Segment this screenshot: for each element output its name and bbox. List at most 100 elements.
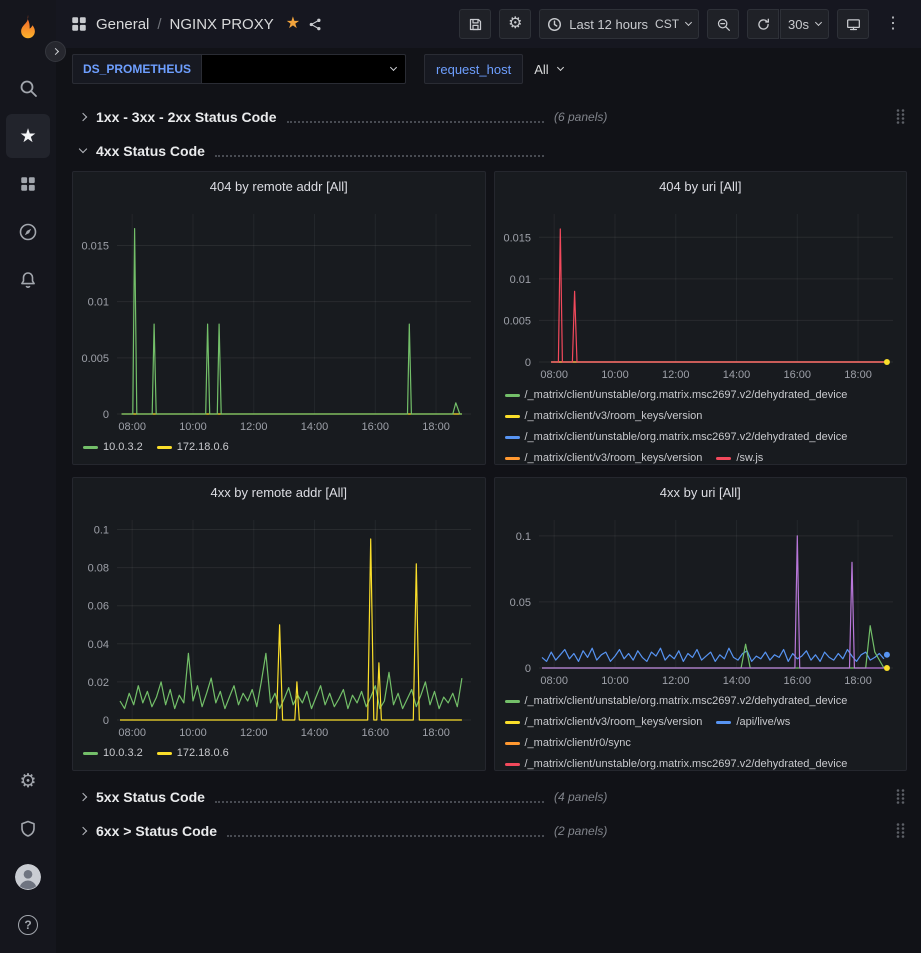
legend-item[interactable]: /_matrix/client/v3/room_keys/version bbox=[505, 450, 703, 464]
time-range-picker[interactable]: Last 12 hours CST bbox=[539, 9, 699, 39]
variable-ds-prometheus-label[interactable]: DS_PROMETHEUS bbox=[72, 54, 201, 84]
row-panel-count: (2 panels) bbox=[554, 824, 607, 838]
row-panel-count: (6 panels) bbox=[554, 110, 607, 124]
svg-text:12:00: 12:00 bbox=[661, 369, 689, 381]
grafana-logo[interactable] bbox=[6, 8, 50, 48]
legend-series-swatch bbox=[157, 446, 172, 449]
cycle-view-mode-button[interactable] bbox=[837, 9, 869, 39]
monitor-icon bbox=[846, 17, 861, 32]
sidebar-dashboards-button[interactable] bbox=[6, 162, 50, 206]
legend-series-label: /_matrix/client/r0/sync bbox=[525, 735, 631, 751]
refresh-dashboard-button[interactable] bbox=[747, 9, 779, 39]
breadcrumb-dashboard-title[interactable]: NGINX PROXY bbox=[170, 16, 274, 33]
legend-item[interactable]: /_matrix/client/r0/sync bbox=[505, 735, 631, 751]
legend-item[interactable]: /_matrix/client/v3/room_keys/version bbox=[505, 714, 703, 730]
row-header-1xx-3xx-2xx[interactable]: 1xx - 3xx - 2xx Status Code (6 panels) bbox=[72, 103, 907, 130]
legend-series-swatch bbox=[505, 436, 520, 439]
sidebar-server-admin-button[interactable] bbox=[6, 807, 50, 851]
kebab-menu-button[interactable]: ⋮ bbox=[877, 9, 909, 39]
svg-text:0.1: 0.1 bbox=[94, 525, 109, 537]
variable-request-host-value-dropdown[interactable]: All bbox=[523, 54, 573, 84]
refresh-interval-dropdown[interactable]: 30s bbox=[780, 9, 829, 39]
sidebar-configuration-button[interactable]: ⚙ bbox=[6, 759, 50, 803]
svg-text:12:00: 12:00 bbox=[240, 421, 268, 433]
legend-series-swatch bbox=[505, 721, 520, 724]
dashboard-settings-button[interactable]: ⚙ bbox=[499, 9, 531, 39]
svg-text:14:00: 14:00 bbox=[722, 675, 750, 687]
bell-icon bbox=[18, 270, 38, 290]
svg-text:0.04: 0.04 bbox=[88, 639, 109, 651]
svg-text:0.005: 0.005 bbox=[81, 353, 109, 365]
user-avatar bbox=[15, 864, 41, 890]
timeseries-chart: 00.050.108:0010:0012:0014:0016:0018:00 bbox=[495, 506, 907, 690]
legend-item[interactable]: /sw.js bbox=[716, 450, 763, 464]
breadcrumb-separator: / bbox=[157, 16, 161, 33]
svg-text:18:00: 18:00 bbox=[844, 369, 872, 381]
sidebar-help-button[interactable]: ? bbox=[6, 903, 50, 947]
legend-item[interactable]: 10.0.3.2 bbox=[83, 745, 143, 761]
share-dashboard-button[interactable] bbox=[308, 17, 323, 32]
svg-text:0.1: 0.1 bbox=[515, 531, 530, 543]
svg-text:14:00: 14:00 bbox=[301, 421, 329, 433]
legend-item[interactable]: 10.0.3.2 bbox=[83, 439, 143, 455]
panel-404-by-remote-addr: 404 by remote addr [All] 00.0050.010.015… bbox=[72, 171, 486, 465]
search-icon bbox=[18, 78, 38, 98]
sidebar-alerting-button[interactable] bbox=[6, 258, 50, 302]
question-mark-icon: ? bbox=[18, 915, 38, 935]
svg-text:08:00: 08:00 bbox=[118, 421, 146, 433]
save-dashboard-button[interactable] bbox=[459, 9, 491, 39]
row-title: 6xx > Status Code bbox=[96, 823, 217, 839]
panel-grid: 404 by remote addr [All] 00.0050.010.015… bbox=[72, 171, 907, 771]
panel-title[interactable]: 4xx by remote addr [All] bbox=[73, 478, 485, 506]
grafana-flame-icon bbox=[13, 13, 43, 43]
svg-text:0.02: 0.02 bbox=[88, 677, 109, 689]
chart-plot-area: 00.020.040.060.080.108:0010:0012:0014:00… bbox=[73, 506, 485, 742]
row-title: 4xx Status Code bbox=[96, 143, 205, 159]
legend-series-swatch bbox=[157, 752, 172, 755]
legend-item[interactable]: /api/live/ws bbox=[716, 714, 790, 730]
legend-item[interactable]: /_matrix/client/unstable/org.matrix.msc2… bbox=[505, 756, 848, 770]
legend-item[interactable]: /_matrix/client/unstable/org.matrix.msc2… bbox=[505, 693, 848, 709]
svg-text:18:00: 18:00 bbox=[844, 675, 872, 687]
sidebar-starred-button[interactable]: ★ bbox=[6, 114, 50, 158]
svg-text:12:00: 12:00 bbox=[240, 727, 268, 739]
legend-item[interactable]: /_matrix/client/unstable/org.matrix.msc2… bbox=[505, 429, 848, 445]
svg-text:0: 0 bbox=[103, 715, 109, 727]
panel-title[interactable]: 4xx by uri [All] bbox=[495, 478, 907, 506]
variable-request-host-label[interactable]: request_host bbox=[424, 54, 523, 84]
sidebar-profile-button[interactable] bbox=[6, 855, 50, 899]
row-header-6xx[interactable]: 6xx > Status Code (2 panels) bbox=[72, 817, 907, 844]
drag-handle-icon[interactable] bbox=[895, 822, 905, 839]
svg-text:14:00: 14:00 bbox=[301, 727, 329, 739]
favorite-star-icon[interactable]: ★ bbox=[286, 16, 300, 32]
svg-text:08:00: 08:00 bbox=[118, 727, 146, 739]
chevron-down-icon bbox=[79, 145, 87, 153]
legend-series-swatch bbox=[83, 752, 98, 755]
row-header-4xx[interactable]: 4xx Status Code bbox=[72, 137, 907, 164]
legend-item[interactable]: 172.18.0.6 bbox=[157, 745, 229, 761]
drag-handle-icon[interactable] bbox=[895, 788, 905, 805]
legend-item[interactable]: /_matrix/client/v3/room_keys/version bbox=[505, 408, 703, 424]
kebab-icon: ⋮ bbox=[885, 16, 901, 32]
dotted-leader bbox=[215, 795, 544, 803]
sidebar-expand-button[interactable] bbox=[45, 41, 66, 62]
legend-item[interactable]: /_matrix/client/unstable/org.matrix.msc2… bbox=[505, 387, 848, 403]
row-header-5xx[interactable]: 5xx Status Code (4 panels) bbox=[72, 783, 907, 810]
sidebar-search-button[interactable] bbox=[6, 66, 50, 110]
legend-item[interactable]: 172.18.0.6 bbox=[157, 439, 229, 455]
variable-ds-prometheus-value-dropdown[interactable] bbox=[201, 54, 406, 84]
dotted-leader bbox=[215, 149, 544, 157]
panel-title[interactable]: 404 by remote addr [All] bbox=[73, 172, 485, 200]
legend-series-swatch bbox=[505, 763, 520, 766]
svg-text:0.01: 0.01 bbox=[509, 274, 530, 286]
chart-legend: /_matrix/client/unstable/org.matrix.msc2… bbox=[495, 384, 907, 464]
breadcrumb-folder[interactable]: General bbox=[96, 16, 149, 33]
sidebar: ★ ⚙ ? bbox=[0, 0, 56, 953]
legend-series-label: /_matrix/client/v3/room_keys/version bbox=[525, 408, 703, 424]
compass-icon bbox=[18, 222, 38, 242]
drag-handle-icon[interactable] bbox=[895, 108, 905, 125]
panel-title[interactable]: 404 by uri [All] bbox=[495, 172, 907, 200]
sidebar-explore-button[interactable] bbox=[6, 210, 50, 254]
svg-text:16:00: 16:00 bbox=[362, 727, 390, 739]
zoom-out-button[interactable] bbox=[707, 9, 739, 39]
